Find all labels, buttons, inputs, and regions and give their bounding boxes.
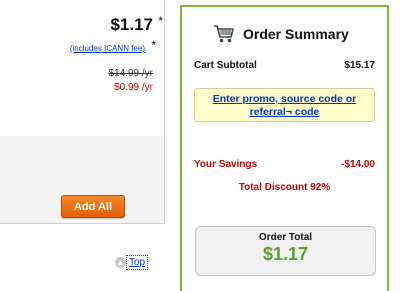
domain-price-card: $1.17 * (includes ICANN fee) * $14.99 /y… [0, 0, 165, 137]
order-summary-header: Order Summary [213, 24, 349, 44]
order-summary-panel: Order Summary Cart Subtotal $15.17 Enter… [180, 5, 389, 291]
order-total-value: $1.17 [262, 244, 309, 264]
savings-row: Your Savings -$14.00 [194, 159, 375, 170]
up-arrow-icon: ▲ [115, 257, 126, 268]
promo-code-link[interactable]: Enter promo, source code or referral¬ co… [194, 88, 375, 122]
top-link[interactable]: Top [125, 255, 149, 270]
original-price: $14.99 /yr [108, 68, 153, 79]
cart-icon [214, 25, 234, 43]
add-all-panel: Add All [0, 136, 165, 224]
cart-subtotal-value: $15.17 [344, 60, 375, 71]
savings-value: -$14.00 [341, 159, 375, 170]
order-summary-title: Order Summary [243, 26, 349, 42]
sale-price: $0.99 /yr [114, 82, 153, 93]
cart-subtotal-label: Cart Subtotal [194, 60, 257, 71]
savings-label: Your Savings [194, 159, 258, 170]
add-all-button[interactable]: Add All [61, 195, 125, 218]
back-to-top[interactable]: ▲ Top [115, 255, 149, 270]
fee-footnote-star: * [151, 38, 156, 52]
icann-fee-link[interactable]: (includes ICANN fee) [70, 44, 145, 53]
total-discount: Total Discount 92% [238, 182, 331, 193]
order-total-label: Order Total [258, 232, 313, 243]
order-total-box: Order Total $1.17 [195, 226, 376, 276]
domain-price: $1.17 * [110, 14, 163, 35]
price-footnote-star: * [158, 14, 163, 28]
cart-subtotal-row: Cart Subtotal $15.17 [194, 60, 375, 71]
domain-price-value: $1.17 [110, 15, 153, 34]
